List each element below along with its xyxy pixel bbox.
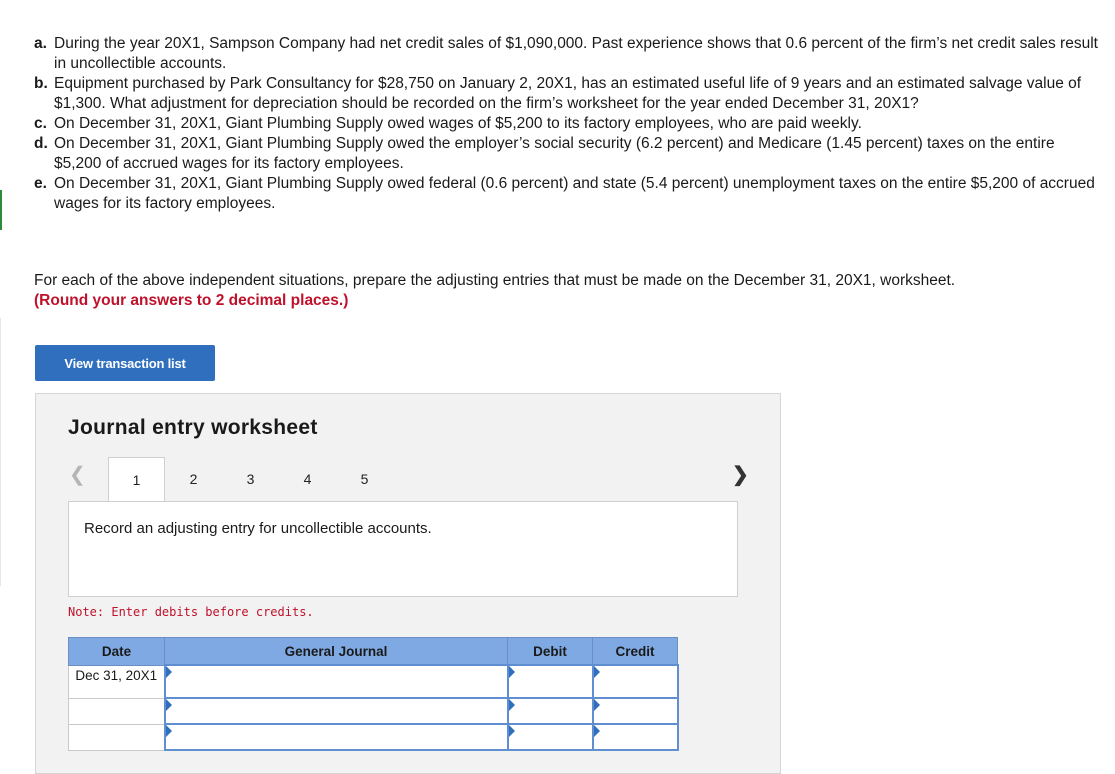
credit-input[interactable]	[591, 723, 679, 751]
date-cell	[68, 723, 165, 751]
question-text: On December 31, 20X1, Giant Plumbing Sup…	[54, 175, 1095, 212]
question-text: During the year 20X1, Sampson Company ha…	[54, 35, 1098, 72]
account-select[interactable]	[163, 723, 509, 751]
debit-input[interactable]	[506, 697, 594, 725]
credit-input[interactable]	[591, 664, 679, 699]
table-row	[68, 697, 679, 725]
side-indicator	[0, 190, 2, 230]
dropdown-arrow-icon	[508, 699, 515, 711]
question-letter: a.	[34, 35, 47, 52]
date-cell	[68, 697, 165, 725]
credit-input[interactable]	[591, 697, 679, 725]
question-list: a. During the year 20X1, Sampson Company…	[34, 34, 1099, 214]
question-letter: d.	[34, 135, 48, 152]
question-d: d. On December 31, 20X1, Giant Plumbing …	[34, 134, 1099, 174]
instruction-text: For each of the above independent situat…	[34, 272, 956, 289]
worksheet-tabs: 1 2 3 4 5	[108, 457, 393, 501]
question-b: b. Equipment purchased by Park Consultan…	[34, 74, 1099, 114]
chevron-right-icon[interactable]: ❯	[732, 462, 749, 487]
tab-5[interactable]: 5	[336, 457, 393, 501]
dropdown-arrow-icon	[165, 666, 172, 678]
table-row: Dec 31, 20X1	[68, 664, 679, 699]
journal-entry-worksheet: Journal entry worksheet ❮ 1 2 3 4 5 ❯ Re…	[35, 393, 781, 774]
question-e: e. On December 31, 20X1, Giant Plumbing …	[34, 174, 1099, 214]
worksheet-title: Journal entry worksheet	[68, 416, 318, 439]
tab-1[interactable]: 1	[108, 457, 165, 501]
question-c: c. On December 31, 20X1, Giant Plumbing …	[34, 114, 1099, 134]
debit-credit-note: Note: Enter debits before credits.	[68, 605, 314, 619]
table-row	[68, 723, 679, 751]
question-letter: c.	[34, 115, 47, 132]
dropdown-arrow-icon	[165, 725, 172, 737]
date-header: Date	[68, 637, 165, 666]
debit-header: Debit	[507, 637, 593, 666]
credit-header: Credit	[592, 637, 678, 666]
general-journal-header: General Journal	[164, 637, 508, 666]
entry-prompt: Record an adjusting entry for uncollecti…	[68, 501, 738, 597]
side-divider	[0, 318, 1, 586]
dropdown-arrow-icon	[165, 699, 172, 711]
dropdown-arrow-icon	[508, 666, 515, 678]
account-select[interactable]	[163, 664, 509, 699]
table-header: Date General Journal Debit Credit	[68, 637, 678, 666]
rounding-note: (Round your answers to 2 decimal places.…	[34, 292, 349, 309]
question-letter: b.	[34, 75, 48, 92]
question-text: On December 31, 20X1, Giant Plumbing Sup…	[54, 115, 862, 132]
journal-table: Date General Journal Debit Credit Dec 31…	[68, 637, 679, 751]
instruction: For each of the above independent situat…	[34, 271, 1099, 311]
dropdown-arrow-icon	[593, 699, 600, 711]
tab-4[interactable]: 4	[279, 457, 336, 501]
dropdown-arrow-icon	[593, 666, 600, 678]
date-cell: Dec 31, 20X1	[68, 664, 165, 699]
question-letter: e.	[34, 175, 47, 192]
tab-2[interactable]: 2	[165, 457, 222, 501]
dropdown-arrow-icon	[593, 725, 600, 737]
tab-3[interactable]: 3	[222, 457, 279, 501]
account-select[interactable]	[163, 697, 509, 725]
view-transaction-list-button[interactable]: View transaction list	[35, 345, 215, 381]
question-text: On December 31, 20X1, Giant Plumbing Sup…	[54, 135, 1055, 172]
dropdown-arrow-icon	[508, 725, 515, 737]
debit-input[interactable]	[506, 723, 594, 751]
chevron-left-icon[interactable]: ❮	[69, 462, 86, 487]
debit-input[interactable]	[506, 664, 594, 699]
question-a: a. During the year 20X1, Sampson Company…	[34, 34, 1099, 74]
question-text: Equipment purchased by Park Consultancy …	[54, 75, 1082, 112]
